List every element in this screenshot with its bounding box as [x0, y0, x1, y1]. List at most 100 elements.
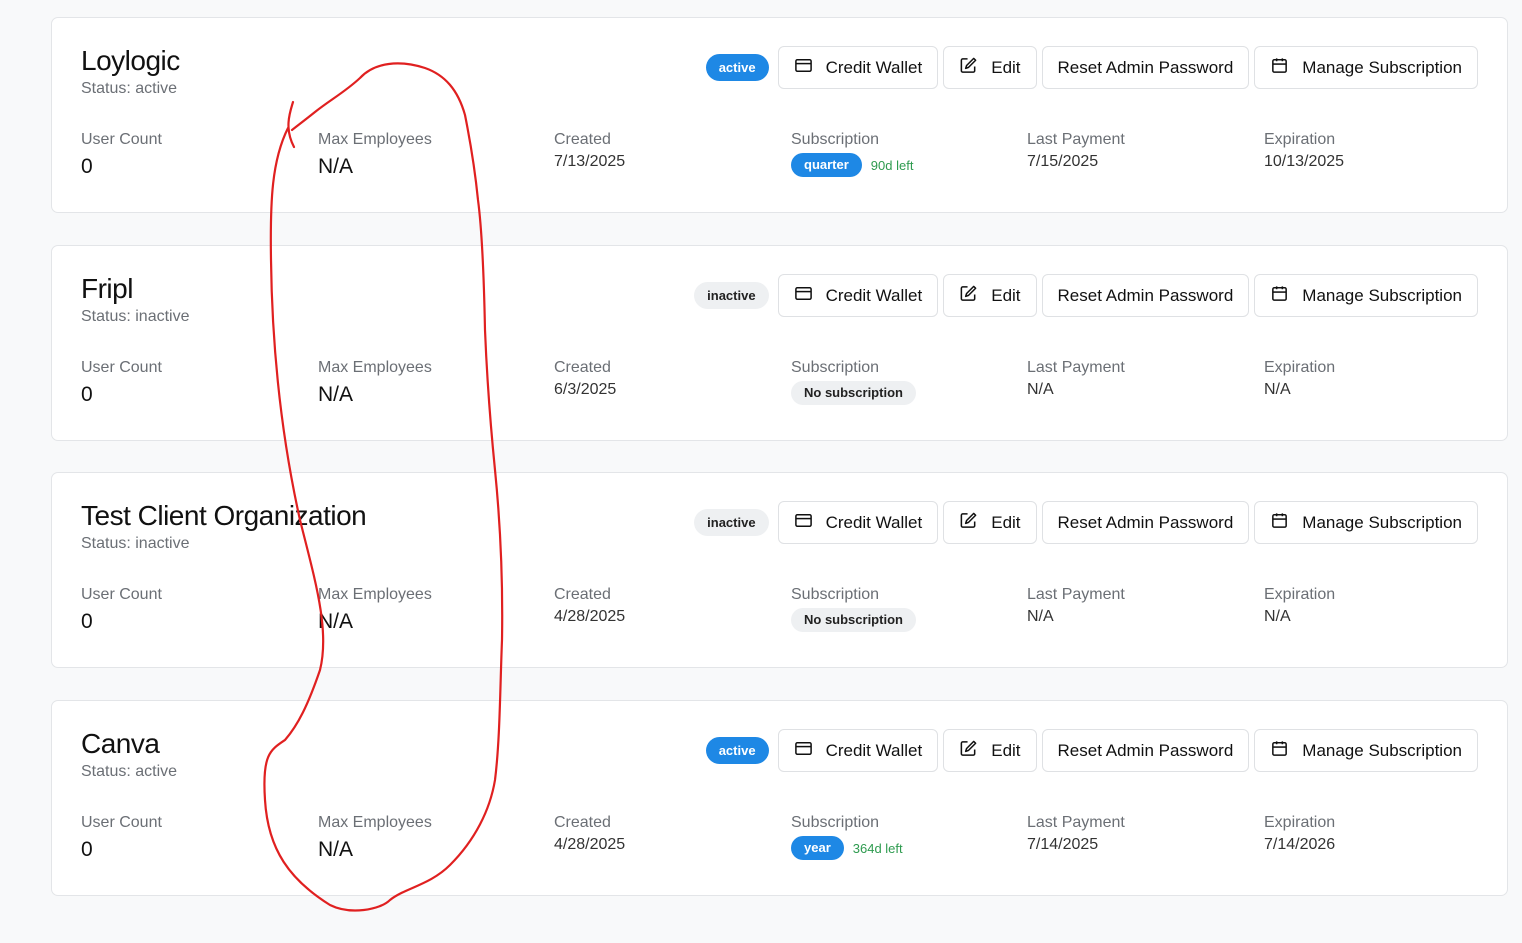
credit-wallet-button[interactable]: Credit Wallet — [777, 729, 939, 772]
edit-icon — [959, 284, 978, 308]
expiration-field: Expiration N/A — [1264, 359, 1335, 399]
edit-button[interactable]: Edit — [943, 501, 1037, 544]
no-subscription-badge: No subscription — [791, 381, 916, 405]
created-value: 4/28/2025 — [554, 608, 626, 625]
subscription-label: Subscription — [791, 359, 880, 376]
organization-status-text: Status: active — [81, 763, 178, 780]
subscription-label: Subscription — [791, 586, 880, 603]
credit-wallet-button[interactable]: Credit Wallet — [777, 274, 939, 317]
user-count-label: User Count — [81, 814, 162, 831]
expiration-value: N/A — [1264, 608, 1291, 625]
subscription-label: Subscription — [791, 131, 880, 148]
subscription-field: Subscription year 364d left — [791, 814, 903, 860]
edit-icon — [959, 739, 978, 763]
credit-wallet-label: Credit Wallet — [825, 740, 923, 760]
last-payment-field: Last Payment N/A — [1027, 586, 1125, 626]
organization-name: Fripl — [81, 273, 133, 304]
credit-card-icon — [794, 739, 813, 763]
subscription-field: Subscription quarter 90d left — [791, 131, 913, 177]
status-badge: inactive — [694, 509, 769, 536]
credit-wallet-button[interactable]: Credit Wallet — [777, 46, 939, 89]
user-count-field: User Count 0 — [81, 131, 162, 179]
user-count-label: User Count — [81, 359, 162, 376]
created-value: 6/3/2025 — [554, 381, 617, 398]
subscription-field: Subscription No subscription — [791, 359, 916, 405]
created-field: Created 6/3/2025 — [554, 359, 616, 399]
user-count-field: User Count 0 — [81, 359, 162, 407]
max-employees-field: Max Employees N/A — [318, 814, 432, 862]
created-label: Created — [554, 131, 611, 148]
organization-name: Test Client Organization — [81, 500, 367, 531]
edit-button[interactable]: Edit — [943, 274, 1037, 317]
days-left-text: 364d left — [852, 840, 903, 856]
reset-password-label: Reset Admin Password — [1057, 740, 1234, 760]
reset-password-label: Reset Admin Password — [1057, 57, 1234, 77]
created-field: Created 7/13/2025 — [554, 131, 625, 171]
last-payment-value: 7/15/2025 — [1027, 153, 1099, 170]
calendar-icon — [1270, 284, 1289, 308]
last-payment-field: Last Payment 7/14/2025 — [1027, 814, 1125, 854]
created-field: Created 4/28/2025 — [554, 814, 625, 854]
reset-admin-password-button[interactable]: Reset Admin Password — [1041, 46, 1250, 89]
max-employees-value: N/A — [318, 155, 354, 178]
user-count-value: 0 — [81, 155, 93, 178]
manage-subscription-button[interactable]: Manage Subscription — [1254, 46, 1478, 89]
card-actions: inactive Credit Wallet Edit Reset Admin Pas… — [694, 501, 1478, 544]
manage-subscription-button[interactable]: Manage Subscription — [1254, 501, 1478, 544]
days-left-text: 90d left — [870, 157, 914, 173]
last-payment-label: Last Payment — [1027, 131, 1125, 148]
manage-subscription-button[interactable]: Manage Subscription — [1254, 274, 1478, 317]
organization-card: Canva Status: active active Credit Wallet Ed… — [51, 700, 1508, 896]
max-employees-label: Max Employees — [318, 814, 432, 831]
max-employees-label: Max Employees — [318, 359, 432, 376]
status-badge: inactive — [694, 282, 769, 309]
credit-wallet-label: Credit Wallet — [825, 57, 923, 77]
user-count-value: 0 — [81, 383, 93, 406]
organization-status-text: Status: inactive — [81, 535, 190, 552]
expiration-label: Expiration — [1264, 814, 1336, 831]
manage-subscription-label: Manage Subscription — [1302, 57, 1462, 77]
credit-wallet-button[interactable]: Credit Wallet — [777, 501, 939, 544]
created-value: 4/28/2025 — [554, 836, 626, 853]
last-payment-label: Last Payment — [1027, 814, 1125, 831]
organization-name: Canva — [81, 728, 160, 759]
max-employees-label: Max Employees — [318, 131, 432, 148]
expiration-label: Expiration — [1264, 131, 1336, 148]
no-subscription-badge: No subscription — [791, 608, 916, 632]
status-badge: active — [705, 54, 769, 81]
created-label: Created — [554, 814, 611, 831]
reset-password-label: Reset Admin Password — [1057, 285, 1234, 305]
subscription-plan-badge: year — [791, 836, 844, 860]
max-employees-label: Max Employees — [318, 586, 432, 603]
reset-admin-password-button[interactable]: Reset Admin Password — [1041, 729, 1250, 772]
manage-subscription-button[interactable]: Manage Subscription — [1254, 729, 1478, 772]
credit-card-icon — [794, 284, 813, 308]
max-employees-value: N/A — [318, 383, 354, 406]
subscription-field: Subscription No subscription — [791, 586, 916, 632]
organization-card: Loylogic Status: active active Credit Walle… — [51, 17, 1508, 213]
user-count-value: 0 — [81, 610, 93, 633]
reset-admin-password-button[interactable]: Reset Admin Password — [1041, 501, 1250, 544]
edit-icon — [959, 511, 978, 535]
manage-subscription-label: Manage Subscription — [1302, 740, 1462, 760]
last-payment-label: Last Payment — [1027, 586, 1125, 603]
edit-label: Edit — [991, 512, 1021, 532]
user-count-value: 0 — [81, 838, 93, 861]
expiration-label: Expiration — [1264, 359, 1336, 376]
last-payment-value: 7/14/2025 — [1027, 836, 1099, 853]
edit-label: Edit — [991, 57, 1021, 77]
calendar-icon — [1270, 511, 1289, 535]
user-count-field: User Count 0 — [81, 814, 162, 862]
status-badge: active — [705, 737, 769, 764]
last-payment-value: N/A — [1027, 608, 1054, 625]
reset-admin-password-button[interactable]: Reset Admin Password — [1041, 274, 1250, 317]
edit-button[interactable]: Edit — [943, 729, 1037, 772]
max-employees-field: Max Employees N/A — [318, 359, 432, 407]
last-payment-field: Last Payment 7/15/2025 — [1027, 131, 1125, 171]
edit-button[interactable]: Edit — [943, 46, 1037, 89]
credit-wallet-label: Credit Wallet — [825, 512, 923, 532]
credit-card-icon — [794, 511, 813, 535]
created-label: Created — [554, 586, 611, 603]
manage-subscription-label: Manage Subscription — [1302, 512, 1462, 532]
max-employees-value: N/A — [318, 838, 354, 861]
